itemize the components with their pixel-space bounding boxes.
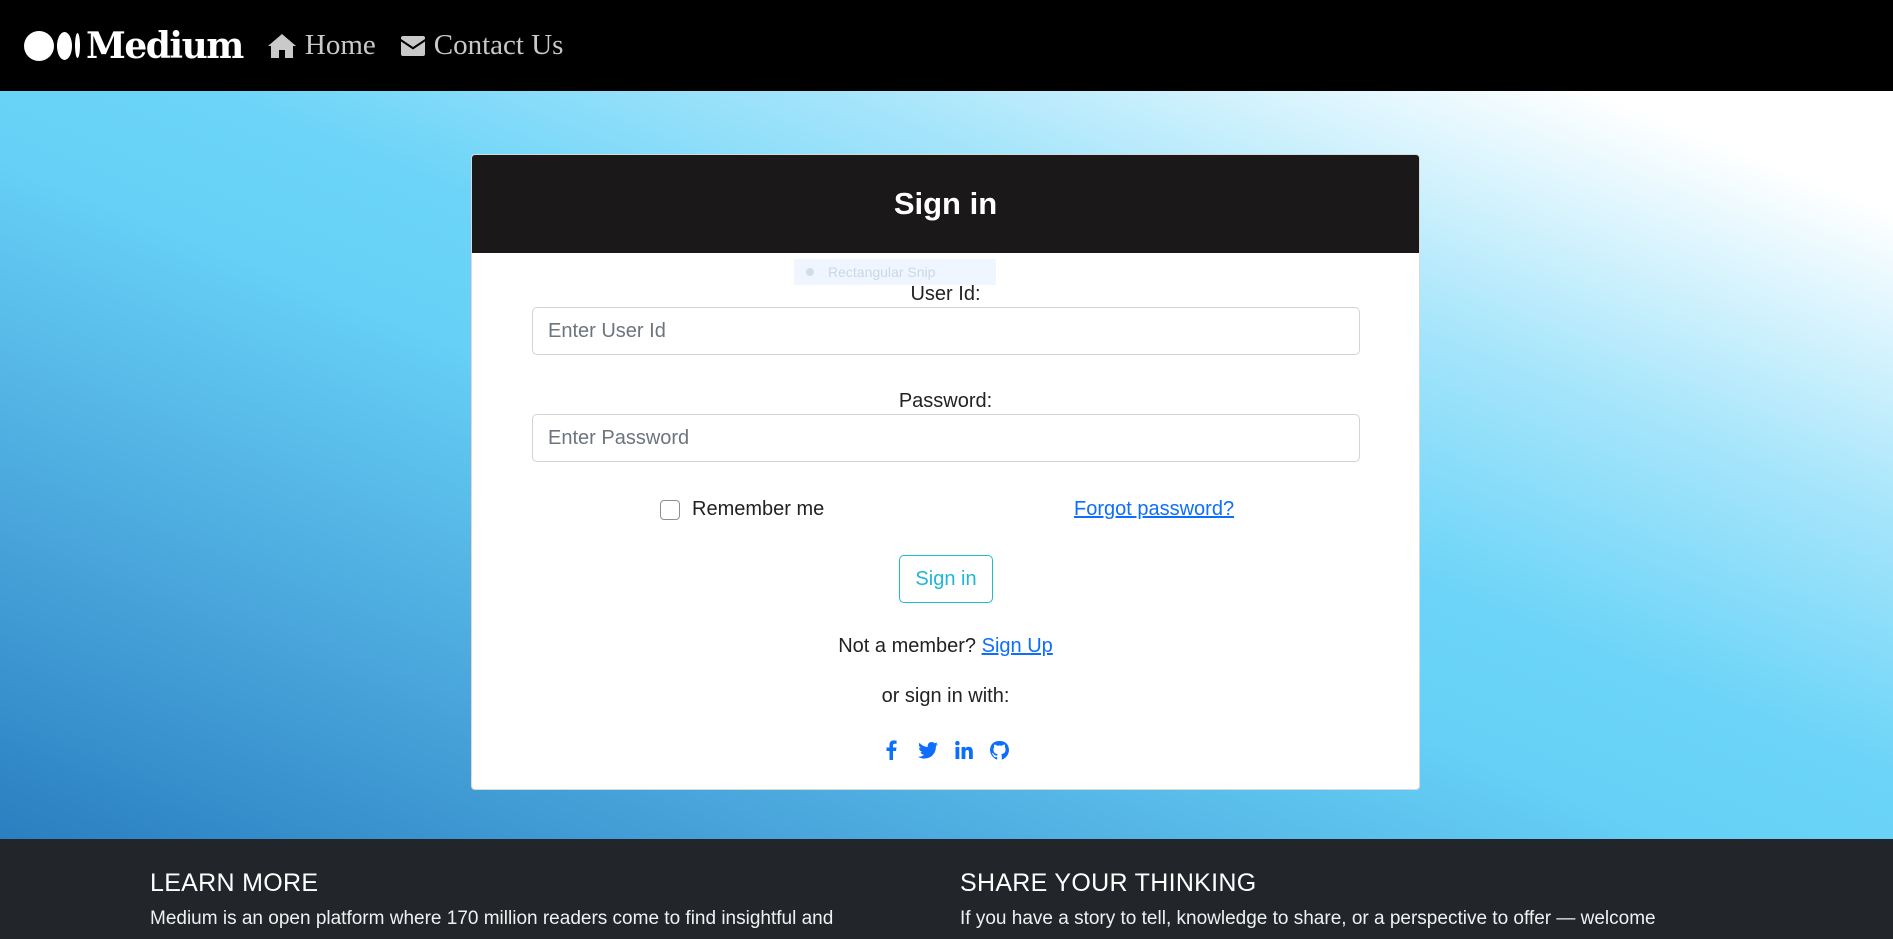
facebook-icon[interactable] (882, 739, 902, 761)
signin-card: Sign in Rectangular Snip User Id: Passwo… (471, 154, 1420, 790)
brand-name: Medium (86, 24, 244, 67)
github-icon[interactable] (990, 739, 1010, 761)
member-prompt-text: Not a member? (838, 635, 977, 657)
social-signin-row (472, 739, 1419, 761)
envelope-icon (400, 35, 425, 56)
share-thinking-heading: SHARE YOUR THINKING (960, 869, 1257, 897)
footer-learn-more: LEARN MORE Medium is an open platform wh… (150, 869, 833, 930)
snip-icon (806, 268, 814, 276)
remember-me-group: Remember me (660, 498, 824, 521)
page-footer: LEARN MORE Medium is an open platform wh… (0, 839, 1893, 939)
forgot-password-link[interactable]: Forgot password? (1074, 498, 1234, 521)
nav-contact-link[interactable]: Contact Us (400, 29, 564, 62)
home-icon (267, 33, 296, 58)
signup-prompt: Not a member? Sign Up (472, 635, 1419, 658)
snip-tool-overlay: Rectangular Snip (794, 259, 996, 285)
hero-background: Sign in Rectangular Snip User Id: Passwo… (0, 91, 1893, 839)
brand-logo[interactable]: Medium (24, 24, 244, 67)
learn-more-text: Medium is an open platform where 170 mil… (150, 908, 834, 929)
share-thinking-text: If you have a story to tell, knowledge t… (960, 908, 1656, 929)
learn-more-heading: LEARN MORE (150, 869, 319, 897)
top-navbar: Medium Home Contact Us (0, 0, 1893, 91)
footer-share-thinking: SHARE YOUR THINKING If you have a story … (960, 869, 1656, 930)
alt-signin-text: or sign in with: (881, 685, 1010, 707)
password-input[interactable] (532, 414, 1360, 462)
remember-me-checkbox[interactable] (660, 499, 680, 520)
nav-home-label: Home (304, 29, 376, 61)
signin-button[interactable]: Sign in (899, 555, 993, 603)
password-label: Password: (898, 390, 993, 412)
snip-tool-label: Rectangular Snip (828, 264, 936, 280)
remember-me-label[interactable]: Remember me (692, 498, 824, 521)
nav-contact-label: Contact Us (433, 29, 564, 61)
twitter-icon[interactable] (917, 739, 938, 761)
user-id-input[interactable] (532, 307, 1360, 355)
signup-link[interactable]: Sign Up (982, 635, 1053, 657)
signin-title: Sign in (893, 186, 998, 221)
linkedin-icon[interactable] (954, 739, 974, 761)
user-id-label: User Id: (910, 283, 981, 305)
medium-logo-icon (24, 30, 80, 61)
nav-home-link[interactable]: Home (267, 29, 376, 62)
signin-card-header: Sign in (472, 155, 1419, 253)
